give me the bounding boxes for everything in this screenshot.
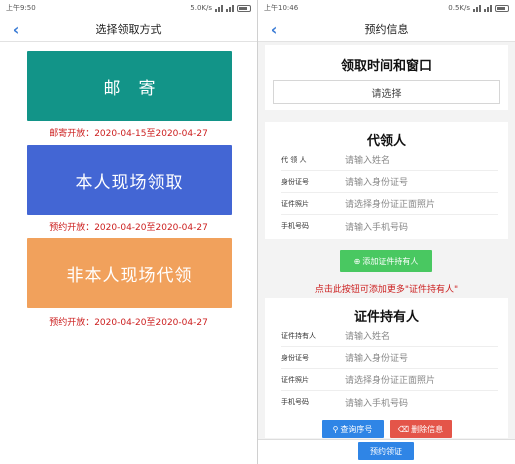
battery-icon [237, 4, 251, 12]
holder-name-input[interactable]: 请输入姓名 [345, 329, 390, 342]
nav-bar: ‹ 选择领取方式 [0, 16, 257, 42]
signal-icon [215, 4, 223, 12]
signal-icon [473, 4, 481, 12]
screen-pair: 上午9:50 5.0K/s ‹ 选择领取方式 邮寄 邮寄开放：2020-04-1… [0, 0, 515, 464]
add-holder-hint: 点击此按钮可添加更多"证件持有人" [314, 285, 459, 295]
proxy-phone-input[interactable]: 请输入手机号码 [345, 220, 408, 233]
self-pickup-button[interactable]: 本人现场领取 [27, 145, 232, 215]
status-bar: 上午9:50 5.0K/s [0, 0, 257, 16]
field-label: 手机号码 [281, 222, 309, 230]
mail-open-period: 邮寄开放：2020-04-15至2020-04-27 [49, 129, 208, 139]
holder-id-row: 身份证号 请输入身份证号 [281, 347, 498, 369]
delete-info-label: 删除信息 [411, 424, 444, 434]
field-label: 证件照片 [281, 199, 309, 208]
search-icon: ⚲ [332, 424, 339, 434]
field-label: 身份证号 [281, 353, 309, 362]
pickup-time-card: 领取时间和窗口 请选择 [265, 45, 508, 110]
proxy-id-input[interactable]: 请输入身份证号 [345, 175, 408, 188]
mail-option-button[interactable]: 邮寄 [27, 51, 232, 121]
proxy-pickup-period: 预约开放：2020-04-20至2020-04-27 [49, 318, 208, 328]
query-number-button[interactable]: ⚲ 查询序号 [321, 420, 384, 438]
back-arrow-icon[interactable]: ‹ [8, 20, 24, 39]
field-label: 证件持有人 [281, 331, 316, 340]
field-label: 代 领 人 [281, 155, 307, 164]
status-icons: 5.0K/s [190, 4, 251, 12]
holder-id-input[interactable]: 请输入身份证号 [345, 351, 408, 364]
holder-card: 证件持有人 证件持有人 请输入姓名 身份证号 请输入身份证号 证件照片 请选择身… [265, 298, 508, 438]
network-speed: 5.0K/s [190, 4, 212, 12]
field-label: 证件照片 [281, 375, 309, 384]
signal-icon-2 [484, 4, 492, 12]
query-number-label: 查询序号 [340, 424, 373, 434]
proxy-person-card: 代领人 代 领 人 请输入姓名 身份证号 请输入身份证号 证件照片 请选择身份证… [265, 122, 508, 239]
status-icons: 0.5K/s [448, 4, 509, 12]
proxy-name-input[interactable]: 请输入姓名 [345, 153, 390, 166]
add-circle-icon: ⊕ [353, 256, 361, 266]
add-holder-button[interactable]: ⊕ 添加证件持有人 [340, 250, 432, 272]
proxy-photo-row: 证件照片 请选择身份证正面照片 [281, 193, 498, 215]
status-time: 上午9:50 [6, 4, 36, 12]
proxy-pickup-button[interactable]: 非本人现场代领 [27, 238, 232, 308]
right-screen: 上午10:46 0.5K/s ‹ 预约信息 领取时间和窗口 请选择 代领人 代 … [258, 0, 515, 464]
back-arrow-icon[interactable]: ‹ [266, 20, 282, 39]
page-title: 预约信息 [364, 22, 409, 36]
add-holder-label: 添加证件持有人 [362, 256, 419, 266]
holder-title: 证件持有人 [353, 310, 419, 325]
left-screen: 上午9:50 5.0K/s ‹ 选择领取方式 邮寄 邮寄开放：2020-04-1… [0, 0, 257, 464]
pickup-time-title: 领取时间和窗口 [340, 59, 432, 74]
proxy-name-row: 代 领 人 请输入姓名 [281, 149, 498, 171]
proxy-person-title: 代领人 [366, 134, 406, 149]
confirm-booking-button[interactable]: 预约领证 [358, 442, 414, 460]
proxy-photo-picker[interactable]: 请选择身份证正面照片 [345, 197, 435, 210]
self-pickup-period: 预约开放：2020-04-20至2020-04-27 [49, 223, 208, 233]
status-time: 上午10:46 [264, 4, 299, 12]
pickup-time-select[interactable]: 请选择 [273, 80, 500, 104]
holder-photo-picker[interactable]: 请选择身份证正面照片 [345, 373, 435, 386]
network-speed: 0.5K/s [448, 4, 470, 12]
status-bar: 上午10:46 0.5K/s [258, 0, 515, 16]
delete-info-button[interactable]: ⌫ 删除信息 [389, 420, 452, 438]
field-label: 身份证号 [281, 177, 309, 186]
holder-phone-row: 手机号码 请输入手机号码 [281, 391, 498, 413]
signal-icon-2 [226, 4, 234, 12]
field-label: 手机号码 [281, 398, 309, 406]
holder-photo-row: 证件照片 请选择身份证正面照片 [281, 369, 498, 391]
holder-name-row: 证件持有人 请输入姓名 [281, 325, 498, 347]
holder-actions: ⚲ 查询序号 ⌫ 删除信息 [258, 420, 515, 438]
page-title: 选择领取方式 [95, 22, 162, 36]
nav-bar: ‹ 预约信息 [258, 16, 515, 42]
battery-icon [495, 4, 509, 12]
trash-icon: ⌫ [397, 424, 410, 434]
holder-phone-input[interactable]: 请输入手机号码 [345, 396, 408, 409]
proxy-phone-row: 手机号码 请输入手机号码 [281, 215, 498, 237]
proxy-id-row: 身份证号 请输入身份证号 [281, 171, 498, 193]
